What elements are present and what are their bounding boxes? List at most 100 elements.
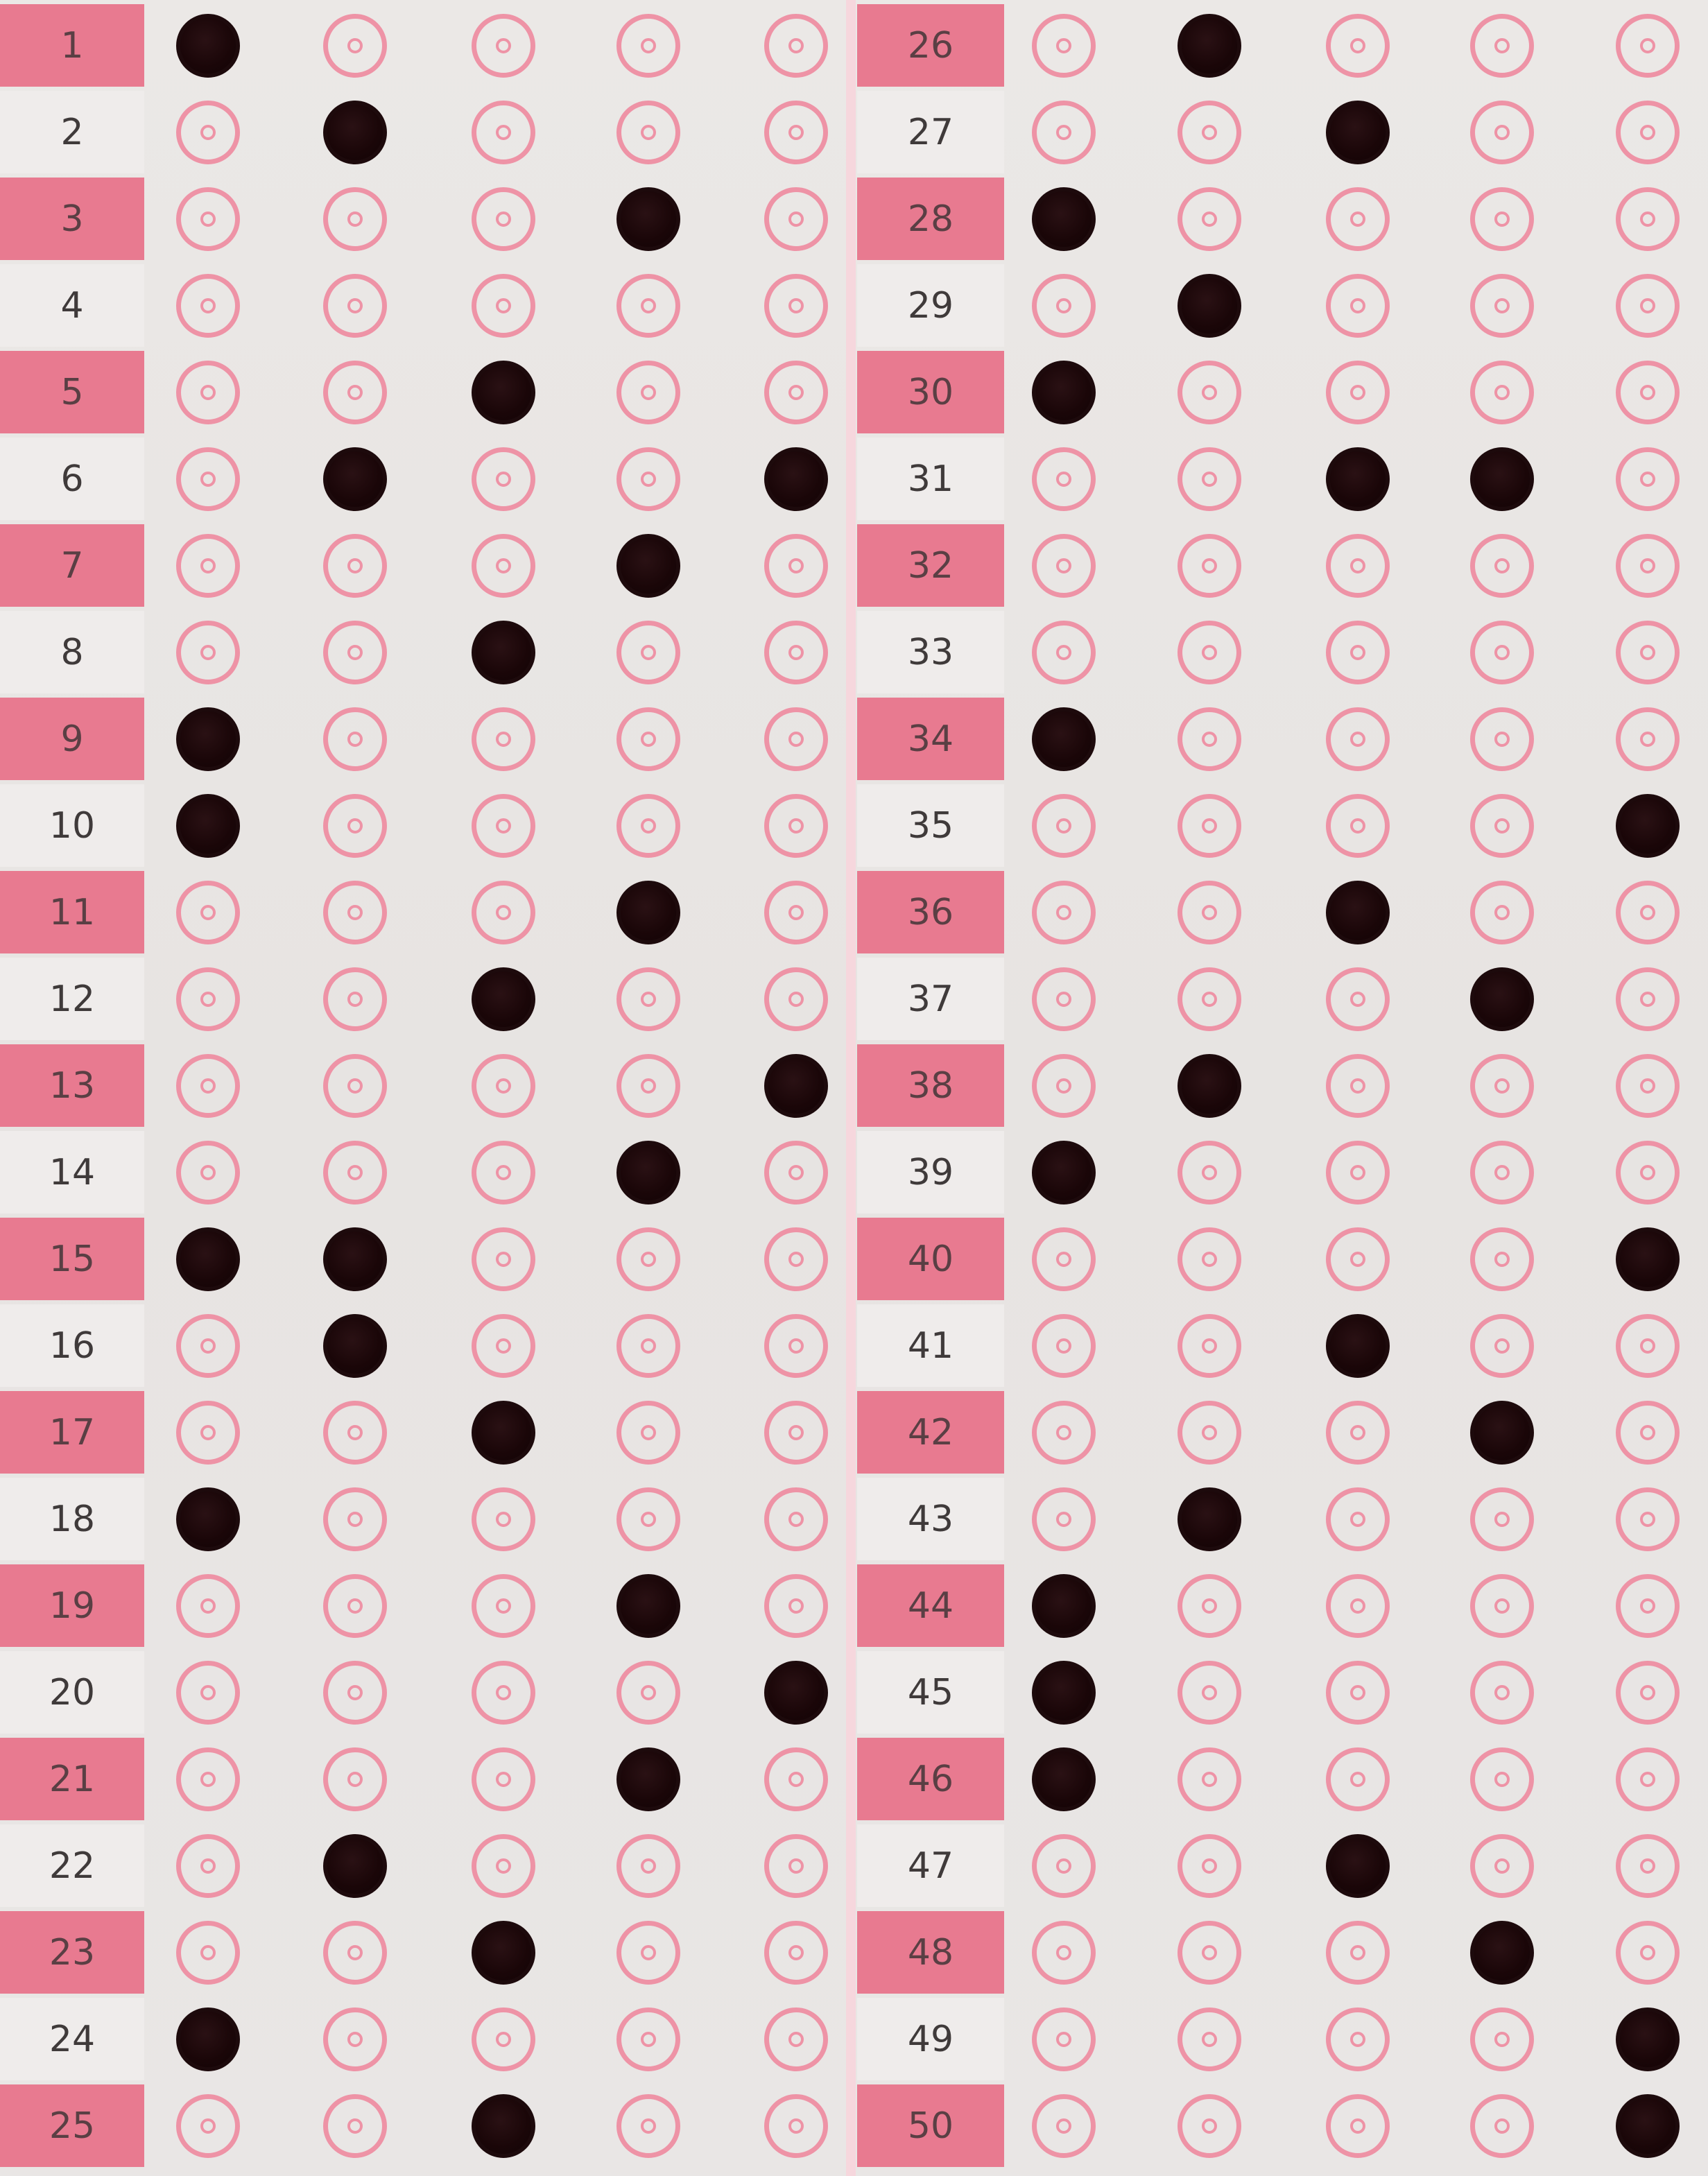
answer-bubble[interactable]: [1032, 1227, 1096, 1291]
answer-bubble[interactable]: [1326, 707, 1390, 771]
answer-bubble[interactable]: [1178, 1573, 1241, 1638]
answer-bubble[interactable]: [764, 620, 828, 684]
answer-bubble[interactable]: [472, 100, 535, 164]
answer-bubble[interactable]: [1616, 447, 1680, 511]
answer-bubble[interactable]: [1326, 1747, 1390, 1811]
answer-bubble-filled[interactable]: [764, 1660, 828, 1725]
answer-bubble[interactable]: [176, 187, 240, 251]
answer-bubble-filled[interactable]: [616, 533, 680, 598]
answer-bubble[interactable]: [1616, 1747, 1680, 1811]
answer-bubble[interactable]: [1616, 1053, 1680, 1118]
answer-bubble-filled[interactable]: [323, 1313, 387, 1378]
answer-bubble[interactable]: [1326, 533, 1390, 598]
answer-bubble[interactable]: [764, 1920, 828, 1985]
answer-bubble[interactable]: [616, 620, 680, 684]
answer-bubble[interactable]: [764, 100, 828, 164]
answer-bubble[interactable]: [1032, 2093, 1096, 2158]
answer-bubble[interactable]: [1470, 1053, 1534, 1118]
answer-bubble[interactable]: [1470, 13, 1534, 78]
answer-bubble[interactable]: [472, 447, 535, 511]
answer-bubble[interactable]: [1470, 1227, 1534, 1291]
answer-bubble[interactable]: [1470, 187, 1534, 251]
answer-bubble[interactable]: [1470, 1660, 1534, 1725]
answer-bubble[interactable]: [176, 533, 240, 598]
answer-bubble-filled[interactable]: [616, 1140, 680, 1204]
answer-bubble[interactable]: [1616, 1140, 1680, 1204]
answer-bubble[interactable]: [1470, 1833, 1534, 1898]
answer-bubble[interactable]: [1616, 533, 1680, 598]
answer-bubble[interactable]: [472, 1487, 535, 1551]
answer-bubble-filled[interactable]: [323, 1833, 387, 1898]
answer-bubble-filled[interactable]: [1032, 1747, 1096, 1811]
answer-bubble-filled[interactable]: [616, 187, 680, 251]
answer-bubble[interactable]: [1326, 1140, 1390, 1204]
answer-bubble[interactable]: [1178, 1227, 1241, 1291]
answer-bubble-filled[interactable]: [1032, 1660, 1096, 1725]
answer-bubble-filled[interactable]: [616, 880, 680, 944]
answer-bubble[interactable]: [764, 360, 828, 424]
answer-bubble[interactable]: [1032, 1487, 1096, 1551]
answer-bubble[interactable]: [764, 1833, 828, 1898]
answer-bubble-filled[interactable]: [176, 13, 240, 78]
answer-bubble[interactable]: [764, 967, 828, 1031]
answer-bubble[interactable]: [176, 100, 240, 164]
answer-bubble[interactable]: [764, 273, 828, 338]
answer-bubble[interactable]: [1470, 2093, 1534, 2158]
answer-bubble-filled[interactable]: [176, 2007, 240, 2071]
answer-bubble[interactable]: [1178, 100, 1241, 164]
answer-bubble[interactable]: [1616, 360, 1680, 424]
answer-bubble-filled[interactable]: [176, 1227, 240, 1291]
answer-bubble[interactable]: [1178, 1140, 1241, 1204]
answer-bubble-filled[interactable]: [616, 1747, 680, 1811]
answer-bubble-filled[interactable]: [1326, 1313, 1390, 1378]
answer-bubble[interactable]: [1470, 273, 1534, 338]
answer-bubble-filled[interactable]: [323, 447, 387, 511]
answer-bubble[interactable]: [323, 620, 387, 684]
answer-bubble[interactable]: [176, 2093, 240, 2158]
answer-bubble[interactable]: [472, 1660, 535, 1725]
answer-bubble[interactable]: [176, 967, 240, 1031]
answer-bubble[interactable]: [472, 1313, 535, 1378]
answer-bubble[interactable]: [1470, 100, 1534, 164]
answer-bubble[interactable]: [323, 707, 387, 771]
answer-bubble-filled[interactable]: [1326, 880, 1390, 944]
answer-bubble-filled[interactable]: [472, 360, 535, 424]
answer-bubble[interactable]: [764, 793, 828, 858]
answer-bubble[interactable]: [1616, 1313, 1680, 1378]
answer-bubble[interactable]: [1616, 1400, 1680, 1465]
answer-bubble[interactable]: [1032, 533, 1096, 598]
answer-bubble[interactable]: [616, 967, 680, 1031]
answer-bubble[interactable]: [616, 1487, 680, 1551]
answer-bubble-filled[interactable]: [176, 793, 240, 858]
answer-bubble[interactable]: [176, 1660, 240, 1725]
answer-bubble[interactable]: [1616, 1573, 1680, 1638]
answer-bubble[interactable]: [1032, 880, 1096, 944]
answer-bubble[interactable]: [616, 1660, 680, 1725]
answer-bubble[interactable]: [764, 13, 828, 78]
answer-bubble[interactable]: [323, 967, 387, 1031]
answer-bubble[interactable]: [1032, 620, 1096, 684]
answer-bubble[interactable]: [323, 2093, 387, 2158]
answer-bubble[interactable]: [764, 533, 828, 598]
answer-bubble[interactable]: [1616, 880, 1680, 944]
answer-bubble-filled[interactable]: [323, 1227, 387, 1291]
answer-bubble[interactable]: [472, 1747, 535, 1811]
answer-bubble-filled[interactable]: [1032, 1140, 1096, 1204]
answer-bubble[interactable]: [616, 13, 680, 78]
answer-bubble[interactable]: [1616, 1660, 1680, 1725]
answer-bubble[interactable]: [1326, 273, 1390, 338]
answer-bubble[interactable]: [176, 1313, 240, 1378]
answer-bubble[interactable]: [616, 360, 680, 424]
answer-bubble[interactable]: [176, 880, 240, 944]
answer-bubble[interactable]: [764, 707, 828, 771]
answer-bubble-filled[interactable]: [472, 2093, 535, 2158]
answer-bubble-filled[interactable]: [1032, 1573, 1096, 1638]
answer-bubble-filled[interactable]: [1032, 360, 1096, 424]
answer-bubble-filled[interactable]: [1178, 1487, 1241, 1551]
answer-bubble[interactable]: [176, 273, 240, 338]
answer-bubble[interactable]: [1326, 1227, 1390, 1291]
answer-bubble[interactable]: [1326, 360, 1390, 424]
answer-bubble[interactable]: [1032, 2007, 1096, 2071]
answer-bubble[interactable]: [1470, 1747, 1534, 1811]
answer-bubble[interactable]: [616, 100, 680, 164]
